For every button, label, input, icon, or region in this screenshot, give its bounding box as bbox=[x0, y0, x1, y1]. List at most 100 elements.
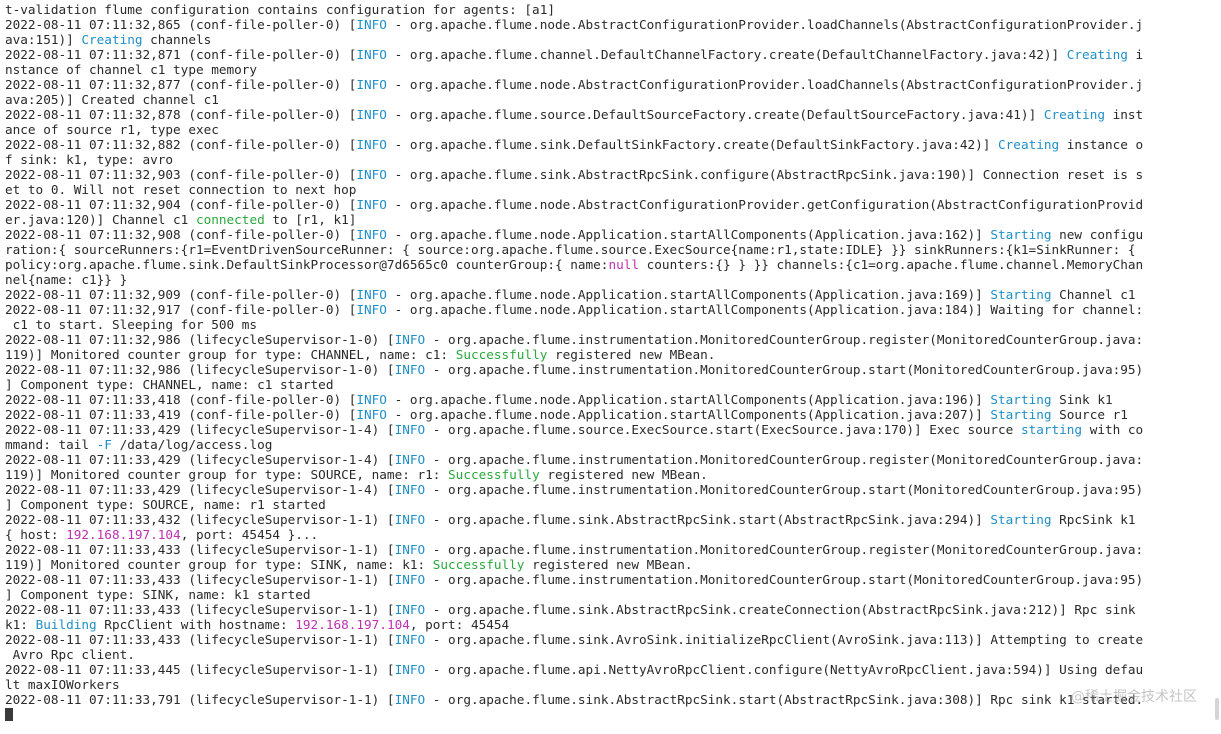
scrollbar-thumb[interactable] bbox=[1215, 698, 1219, 720]
log-text: - org.apache.flume.sink.AvroSink.initial… bbox=[425, 632, 1144, 647]
log-text: counters:{} } }} channels:{c1=org.apache… bbox=[639, 257, 1144, 272]
log-token-info: INFO bbox=[356, 197, 387, 212]
log-line: 119)] Monitored counter group for type: … bbox=[5, 347, 1221, 362]
log-text: RpcSink k1 bbox=[1051, 512, 1136, 527]
log-line: 2022-08-11 07:11:33,433 (lifecycleSuperv… bbox=[5, 632, 1221, 647]
log-line: { host: 192.168.197.104, port: 45454 }..… bbox=[5, 527, 1221, 542]
log-line: 2022-08-11 07:11:33,429 (lifecycleSuperv… bbox=[5, 422, 1221, 437]
log-text: - org.apache.flume.node.Application.star… bbox=[386, 287, 991, 302]
log-text: with co bbox=[1082, 422, 1144, 437]
log-token-info: INFO bbox=[394, 692, 426, 707]
log-text: - org.apache.flume.sink.AbstractRpcSink.… bbox=[425, 692, 1144, 707]
log-text: ava:151)] bbox=[5, 32, 82, 47]
log-line: 2022-08-11 07:11:32,871 (conf-file-polle… bbox=[5, 47, 1221, 62]
log-text: inst bbox=[1104, 107, 1144, 122]
log-token-info: INFO bbox=[356, 287, 387, 302]
log-text: 2022-08-11 07:11:32,908 (conf-file-polle… bbox=[5, 227, 357, 242]
log-text: instance o bbox=[1059, 137, 1144, 152]
log-line: ] Component type: SOURCE, name: r1 start… bbox=[5, 497, 1221, 512]
log-line: 2022-08-11 07:11:33,432 (lifecycleSuperv… bbox=[5, 512, 1221, 527]
log-token-info: INFO bbox=[356, 302, 387, 317]
log-text: - org.apache.flume.node.Application.star… bbox=[386, 392, 991, 407]
log-token-kw: Building bbox=[35, 617, 97, 632]
log-text: 2022-08-11 07:11:33,791 (lifecycleSuperv… bbox=[5, 692, 395, 707]
log-text: - org.apache.flume.instrumentation.Monit… bbox=[425, 362, 1144, 377]
log-token-info: INFO bbox=[356, 392, 387, 407]
log-token-green: Successfully bbox=[448, 467, 540, 482]
log-line: 2022-08-11 07:11:32,986 (lifecycleSuperv… bbox=[5, 362, 1221, 377]
log-line: 2022-08-11 07:11:33,433 (lifecycleSuperv… bbox=[5, 602, 1221, 617]
log-text: , port: 45454 bbox=[409, 617, 510, 632]
log-text: - org.apache.flume.node.Application.star… bbox=[386, 302, 1144, 317]
log-text: 2022-08-11 07:11:33,429 (lifecycleSuperv… bbox=[5, 452, 395, 467]
log-token-info: INFO bbox=[394, 512, 426, 527]
log-line: 2022-08-11 07:11:32,882 (conf-file-polle… bbox=[5, 137, 1221, 152]
log-line: ] Component type: SINK, name: k1 started bbox=[5, 587, 1221, 602]
log-token-ip: 192.168.197.104 bbox=[66, 527, 181, 542]
log-text: channels bbox=[142, 32, 212, 47]
log-token-kw: Starting bbox=[990, 512, 1052, 527]
log-token-info: INFO bbox=[394, 662, 426, 677]
log-token-green: Successfully bbox=[455, 347, 548, 362]
log-line: t-validation flume configuration contain… bbox=[5, 2, 1221, 17]
log-text: /data/log/access.log bbox=[111, 437, 273, 452]
log-text: - org.apache.flume.instrumentation.Monit… bbox=[425, 572, 1144, 587]
log-token-kw: Starting bbox=[990, 227, 1052, 242]
log-text: nstance of channel c1 type memory bbox=[5, 62, 258, 77]
log-text: policy:org.apache.flume.sink.DefaultSink… bbox=[5, 257, 609, 272]
log-token-kw: Starting bbox=[990, 287, 1052, 302]
log-token-info: INFO bbox=[394, 542, 426, 557]
log-line: 2022-08-11 07:11:33,433 (lifecycleSuperv… bbox=[5, 542, 1221, 557]
log-text: - org.apache.flume.source.ExecSource.sta… bbox=[425, 422, 1021, 437]
log-line: 119)] Monitored counter group for type: … bbox=[5, 557, 1221, 572]
log-text: - org.apache.flume.node.AbstractConfigur… bbox=[386, 77, 1144, 92]
log-token-info: INFO bbox=[356, 107, 387, 122]
log-token-kw: Creating bbox=[1066, 47, 1128, 62]
log-text: to [r1, k1] bbox=[264, 212, 357, 227]
log-text: - org.apache.flume.sink.AbstractRpcSink.… bbox=[425, 602, 1136, 617]
log-line: k1: Building RpcClient with hostname: 19… bbox=[5, 617, 1221, 632]
log-text: 2022-08-11 07:11:33,433 (lifecycleSuperv… bbox=[5, 602, 395, 617]
log-text: ava:205)] Created channel c1 bbox=[5, 92, 219, 107]
prompt-line[interactable] bbox=[5, 707, 1221, 722]
log-line: 2022-08-11 07:11:32,917 (conf-file-polle… bbox=[5, 302, 1221, 317]
log-text: - org.apache.flume.node.AbstractConfigur… bbox=[386, 197, 1144, 212]
log-line: 2022-08-11 07:11:33,445 (lifecycleSuperv… bbox=[5, 662, 1221, 677]
log-text: - org.apache.flume.sink.AbstractRpcSink.… bbox=[425, 512, 991, 527]
log-text: et to 0. Will not reset connection to ne… bbox=[5, 182, 357, 197]
log-line: policy:org.apache.flume.sink.DefaultSink… bbox=[5, 257, 1221, 272]
log-token-info: INFO bbox=[356, 47, 387, 62]
watermark: @稀土掘金技术社区 bbox=[1071, 689, 1197, 705]
log-token-info: INFO bbox=[356, 227, 387, 242]
log-token-info: INFO bbox=[394, 632, 426, 647]
log-text: - org.apache.flume.source.DefaultSourceF… bbox=[386, 107, 1044, 122]
log-text: 2022-08-11 07:11:32,986 (lifecycleSuperv… bbox=[5, 332, 395, 347]
log-text: 2022-08-11 07:11:32,903 (conf-file-polle… bbox=[5, 167, 357, 182]
log-line: ava:151)] Creating channels bbox=[5, 32, 1221, 47]
log-token-kw: Starting bbox=[990, 392, 1052, 407]
log-line: 2022-08-11 07:11:33,419 (conf-file-polle… bbox=[5, 407, 1221, 422]
log-line: er.java:120)] Channel c1 connected to [r… bbox=[5, 212, 1221, 227]
log-token-green: Successfully bbox=[432, 557, 525, 572]
log-text: ] Component type: CHANNEL, name: c1 star… bbox=[5, 377, 334, 392]
log-text: new configu bbox=[1051, 227, 1144, 242]
log-token-kw: Creating bbox=[998, 137, 1060, 152]
log-text: 119)] Monitored counter group for type: … bbox=[5, 557, 433, 572]
log-text: er.java:120)] Channel c1 bbox=[5, 212, 196, 227]
log-line: 2022-08-11 07:11:32,908 (conf-file-polle… bbox=[5, 227, 1221, 242]
log-token-info: INFO bbox=[356, 77, 387, 92]
log-line: 119)] Monitored counter group for type: … bbox=[5, 467, 1221, 482]
log-token-info: INFO bbox=[394, 572, 426, 587]
log-output: t-validation flume configuration contain… bbox=[5, 2, 1221, 707]
log-text: ance of source r1, type exec bbox=[5, 122, 219, 137]
terminal-window[interactable]: t-validation flume configuration contain… bbox=[0, 0, 1221, 734]
log-line: 2022-08-11 07:11:33,418 (conf-file-polle… bbox=[5, 392, 1221, 407]
log-token-info: INFO bbox=[394, 362, 426, 377]
log-text: 2022-08-11 07:11:33,433 (lifecycleSuperv… bbox=[5, 572, 395, 587]
log-line: nstance of channel c1 type memory bbox=[5, 62, 1221, 77]
log-text: 2022-08-11 07:11:32,986 (lifecycleSuperv… bbox=[5, 362, 395, 377]
log-text: registered new MBean. bbox=[524, 557, 693, 572]
log-token-info: INFO bbox=[356, 17, 387, 32]
log-line: 2022-08-11 07:11:33,429 (lifecycleSuperv… bbox=[5, 452, 1221, 467]
log-text: 2022-08-11 07:11:33,429 (lifecycleSuperv… bbox=[5, 422, 395, 437]
